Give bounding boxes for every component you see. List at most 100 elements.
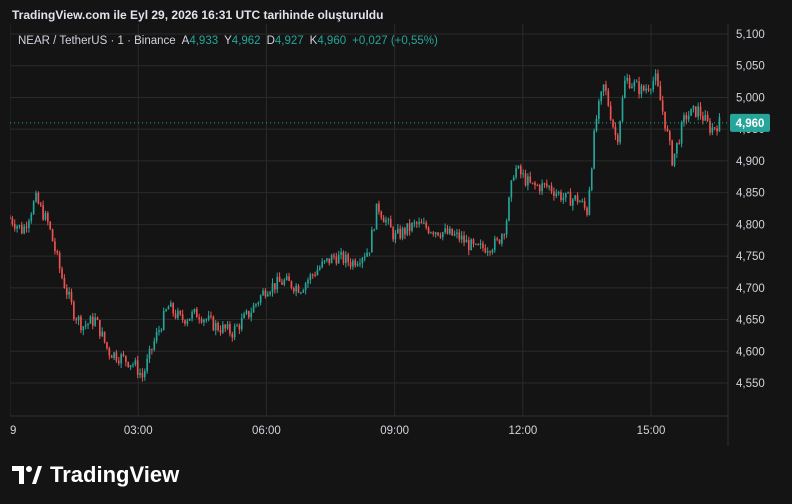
candle-body [683,115,685,123]
candle-body [550,185,553,192]
candle-body [271,283,274,293]
candle-body [614,126,617,136]
candle-body [103,331,106,343]
candle-body [408,223,411,231]
candle-body [453,233,456,236]
candle-body [593,130,595,169]
candle-body [193,308,196,313]
candle-body [191,312,193,319]
candle-body [449,228,451,234]
candle-body [30,214,33,221]
candle-body [63,278,66,289]
candle-body [113,352,115,359]
y-tick-label: 4,550 [736,378,765,390]
candle-body [664,111,666,129]
candle-body [685,115,688,120]
candle-body [68,291,70,295]
candle-body [236,325,238,327]
candle-body [600,91,603,102]
candle-body [668,131,671,141]
candle-body [160,329,163,331]
candle-body [475,243,477,245]
candle-body [276,276,279,290]
candle-body [401,228,404,239]
candle-body [713,127,716,129]
candle-body [702,115,704,121]
candle-body [349,262,352,267]
candle-body [418,221,420,224]
candle-body [456,232,458,234]
candle-body [394,232,397,240]
candle-body [352,260,354,267]
candlestick-chart-svg[interactable]: 5,1005,0505,0004,9504,9004,8504,8004,750… [10,24,782,446]
candle-body [718,117,721,132]
candle-body [158,330,160,332]
candle-body [37,192,40,204]
legend-high-label: Y [224,35,232,47]
candle-body [477,243,480,245]
candle-body [188,318,191,321]
candle-body [411,223,413,231]
x-tick-label: 09:00 [380,425,409,437]
candle-body [323,260,326,262]
candle-body [106,342,108,349]
candle-body [58,252,61,269]
candle-body [155,331,158,341]
candle-body [505,220,508,235]
candle-body [252,305,255,313]
candle-body [430,232,432,234]
candle-body [84,325,87,327]
x-tick-label: 12:00 [508,425,537,437]
candle-body [612,119,614,127]
candle-body [73,301,75,320]
candle-body [607,90,610,106]
candle-body [297,285,300,293]
candle-body [545,183,548,187]
legend-symbol[interactable]: NEAR / TetherUS · 1 · Binance [18,35,176,47]
candle-body [366,252,368,257]
y-tick-label: 4,850 [736,188,765,200]
candle-body [35,192,37,202]
candle-body [680,122,683,144]
candle-body [666,128,669,132]
candle-body [489,251,491,253]
candle-body [548,185,551,187]
candle-body [203,319,205,323]
candle-body [420,221,423,224]
legend-close-label: K [309,35,318,47]
candle-body [32,201,35,215]
candle-body [458,232,461,240]
x-tick-label: 06:00 [252,425,281,437]
candle-body [82,326,85,331]
candle-body [233,326,236,338]
candle-body [174,313,177,318]
x-tick-label: 15:00 [637,425,666,437]
candle-body [706,114,709,121]
candle-body [207,315,210,320]
candle-body [266,294,269,297]
candle-body [446,228,449,234]
price-chart[interactable]: 5,1005,0505,0004,9504,9004,8504,8004,750… [10,24,782,446]
candle-body [538,185,541,192]
candle-body [598,101,600,119]
candle-body [673,153,676,166]
candle-body [586,207,588,215]
candle-body [711,127,714,133]
candle-body [413,222,416,224]
candle-body [28,220,30,228]
legend-low-label: D [266,35,275,47]
candle-body [439,235,442,238]
candle-body [146,358,148,371]
candle-body [427,227,430,233]
candle-body [292,287,295,292]
candle-body [184,320,186,324]
candle-body [463,235,465,243]
candle-body [404,228,406,235]
y-tick-label: 4,750 [736,251,765,263]
candle-body [333,255,335,257]
candle-body [80,316,82,331]
candle-body [531,182,534,184]
candle-body [318,267,321,270]
candle-body [647,88,650,91]
candle-body [75,319,78,321]
